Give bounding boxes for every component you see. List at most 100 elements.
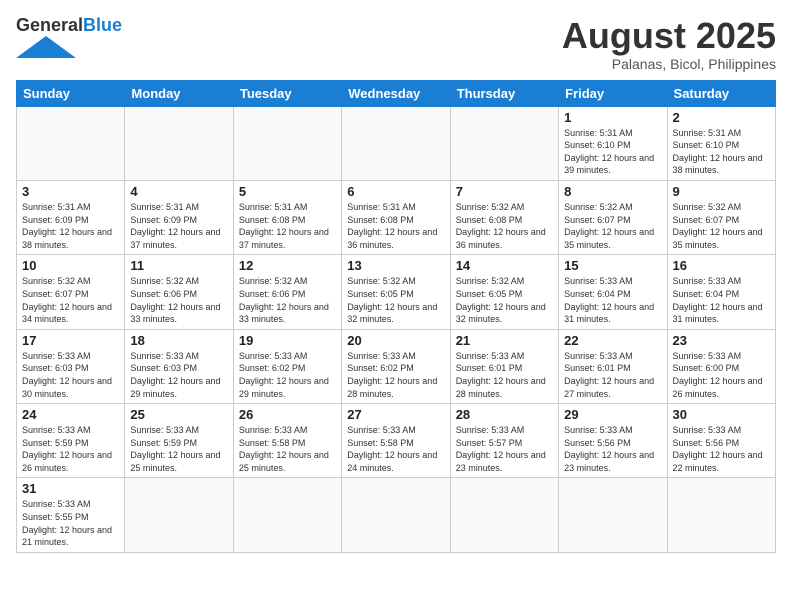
day-info: Sunrise: 5:33 AM Sunset: 6:03 PM Dayligh… bbox=[22, 350, 119, 400]
day-info: Sunrise: 5:32 AM Sunset: 6:07 PM Dayligh… bbox=[22, 275, 119, 325]
day-number: 23 bbox=[673, 333, 770, 348]
calendar-cell: 1 Sunrise: 5:31 AM Sunset: 6:10 PM Daylig… bbox=[559, 106, 667, 180]
day-info: Sunrise: 5:32 AM Sunset: 6:06 PM Dayligh… bbox=[130, 275, 227, 325]
day-info: Sunrise: 5:32 AM Sunset: 6:05 PM Dayligh… bbox=[347, 275, 444, 325]
day-number: 25 bbox=[130, 407, 227, 422]
day-info: Sunrise: 5:33 AM Sunset: 6:01 PM Dayligh… bbox=[456, 350, 553, 400]
day-number: 20 bbox=[347, 333, 444, 348]
day-number: 27 bbox=[347, 407, 444, 422]
calendar-cell: 22Sunrise: 5:33 AM Sunset: 6:01 PM Dayli… bbox=[559, 329, 667, 403]
calendar-cell bbox=[450, 106, 558, 180]
day-number: 18 bbox=[130, 333, 227, 348]
day-info: Sunrise: 5:31 AM Sunset: 6:08 PM Dayligh… bbox=[347, 201, 444, 251]
logo-icon bbox=[16, 36, 76, 58]
day-info: Sunrise: 5:33 AM Sunset: 6:04 PM Dayligh… bbox=[673, 275, 770, 325]
calendar-cell bbox=[450, 478, 558, 552]
weekday-row: SundayMondayTuesdayWednesdayThursdayFrid… bbox=[17, 80, 776, 106]
weekday-header-thursday: Thursday bbox=[450, 80, 558, 106]
weekday-header-friday: Friday bbox=[559, 80, 667, 106]
day-info: Sunrise: 5:33 AM Sunset: 5:57 PM Dayligh… bbox=[456, 424, 553, 474]
day-info: Sunrise: 5:31 AM Sunset: 6:09 PM Dayligh… bbox=[22, 201, 119, 251]
calendar-week-row: 24 Sunrise: 5:33 AM Sunset: 5:59 PM Dayli… bbox=[17, 404, 776, 478]
calendar-cell: 30Sunrise: 5:33 AM Sunset: 5:56 PM Dayli… bbox=[667, 404, 775, 478]
day-number: 7 bbox=[456, 184, 553, 199]
calendar-table: SundayMondayTuesdayWednesdayThursdayFrid… bbox=[16, 80, 776, 553]
day-number: 11 bbox=[130, 258, 227, 273]
day-info: Sunrise: 5:32 AM Sunset: 6:06 PM Dayligh… bbox=[239, 275, 336, 325]
day-info: Sunrise: 5:31 AM Sunset: 6:08 PM Dayligh… bbox=[239, 201, 336, 251]
day-number: 9 bbox=[673, 184, 770, 199]
calendar-cell: 26Sunrise: 5:33 AM Sunset: 5:58 PM Dayli… bbox=[233, 404, 341, 478]
calendar-cell: 18 Sunrise: 5:33 AM Sunset: 6:03 PM Dayli… bbox=[125, 329, 233, 403]
day-number: 15 bbox=[564, 258, 661, 273]
day-number: 21 bbox=[456, 333, 553, 348]
day-number: 6 bbox=[347, 184, 444, 199]
day-info: Sunrise: 5:31 AM Sunset: 6:09 PM Dayligh… bbox=[130, 201, 227, 251]
header: GeneralBlue August 2025 Palanas, Bicol, … bbox=[16, 16, 776, 72]
calendar-subtitle: Palanas, Bicol, Philippines bbox=[562, 56, 776, 72]
logo-text: GeneralBlue bbox=[16, 16, 122, 36]
day-number: 19 bbox=[239, 333, 336, 348]
page: GeneralBlue August 2025 Palanas, Bicol, … bbox=[0, 0, 792, 612]
weekday-header-sunday: Sunday bbox=[17, 80, 125, 106]
calendar-cell: 13Sunrise: 5:32 AM Sunset: 6:05 PM Dayli… bbox=[342, 255, 450, 329]
day-number: 5 bbox=[239, 184, 336, 199]
day-info: Sunrise: 5:31 AM Sunset: 6:10 PM Dayligh… bbox=[564, 127, 661, 177]
calendar-cell: 23Sunrise: 5:33 AM Sunset: 6:00 PM Dayli… bbox=[667, 329, 775, 403]
logo-blue: Blue bbox=[83, 15, 122, 35]
calendar-cell bbox=[559, 478, 667, 552]
calendar-cell: 20 Sunrise: 5:33 AM Sunset: 6:02 PM Dayli… bbox=[342, 329, 450, 403]
calendar-cell: 19 Sunrise: 5:33 AM Sunset: 6:02 PM Dayli… bbox=[233, 329, 341, 403]
calendar-cell bbox=[125, 478, 233, 552]
calendar-week-row: 10 Sunrise: 5:32 AM Sunset: 6:07 PM Dayli… bbox=[17, 255, 776, 329]
day-info: Sunrise: 5:33 AM Sunset: 6:04 PM Dayligh… bbox=[564, 275, 661, 325]
day-info: Sunrise: 5:33 AM Sunset: 6:02 PM Dayligh… bbox=[347, 350, 444, 400]
calendar-cell: 3 Sunrise: 5:31 AM Sunset: 6:09 PM Daylig… bbox=[17, 180, 125, 254]
calendar-cell bbox=[342, 478, 450, 552]
day-number: 14 bbox=[456, 258, 553, 273]
day-info: Sunrise: 5:33 AM Sunset: 5:56 PM Dayligh… bbox=[673, 424, 770, 474]
calendar-cell: 14 Sunrise: 5:32 AM Sunset: 6:05 PM Dayli… bbox=[450, 255, 558, 329]
calendar-cell bbox=[17, 106, 125, 180]
calendar-title: August 2025 bbox=[562, 16, 776, 56]
calendar-cell: 24 Sunrise: 5:33 AM Sunset: 5:59 PM Dayli… bbox=[17, 404, 125, 478]
calendar-cell: 25Sunrise: 5:33 AM Sunset: 5:59 PM Dayli… bbox=[125, 404, 233, 478]
calendar-cell: 2 Sunrise: 5:31 AM Sunset: 6:10 PM Daylig… bbox=[667, 106, 775, 180]
day-number: 16 bbox=[673, 258, 770, 273]
calendar-cell: 10 Sunrise: 5:32 AM Sunset: 6:07 PM Dayli… bbox=[17, 255, 125, 329]
weekday-header-tuesday: Tuesday bbox=[233, 80, 341, 106]
day-info: Sunrise: 5:33 AM Sunset: 6:02 PM Dayligh… bbox=[239, 350, 336, 400]
day-number: 1 bbox=[564, 110, 661, 125]
weekday-header-monday: Monday bbox=[125, 80, 233, 106]
day-number: 2 bbox=[673, 110, 770, 125]
day-info: Sunrise: 5:32 AM Sunset: 6:05 PM Dayligh… bbox=[456, 275, 553, 325]
calendar-cell: 11 Sunrise: 5:32 AM Sunset: 6:06 PM Dayli… bbox=[125, 255, 233, 329]
day-number: 22 bbox=[564, 333, 661, 348]
weekday-header-saturday: Saturday bbox=[667, 80, 775, 106]
title-block: August 2025 Palanas, Bicol, Philippines bbox=[562, 16, 776, 72]
day-info: Sunrise: 5:33 AM Sunset: 5:55 PM Dayligh… bbox=[22, 498, 119, 548]
day-number: 17 bbox=[22, 333, 119, 348]
day-info: Sunrise: 5:33 AM Sunset: 5:59 PM Dayligh… bbox=[22, 424, 119, 474]
day-number: 31 bbox=[22, 481, 119, 496]
day-number: 10 bbox=[22, 258, 119, 273]
day-number: 4 bbox=[130, 184, 227, 199]
calendar-week-row: 17 Sunrise: 5:33 AM Sunset: 6:03 PM Dayli… bbox=[17, 329, 776, 403]
weekday-header-wednesday: Wednesday bbox=[342, 80, 450, 106]
calendar-week-row: 31 Sunrise: 5:33 AM Sunset: 5:55 PM Dayli… bbox=[17, 478, 776, 552]
day-number: 8 bbox=[564, 184, 661, 199]
calendar-cell: 27Sunrise: 5:33 AM Sunset: 5:58 PM Dayli… bbox=[342, 404, 450, 478]
calendar-cell: 8 Sunrise: 5:32 AM Sunset: 6:07 PM Daylig… bbox=[559, 180, 667, 254]
day-number: 3 bbox=[22, 184, 119, 199]
calendar-cell: 29Sunrise: 5:33 AM Sunset: 5:56 PM Dayli… bbox=[559, 404, 667, 478]
day-info: Sunrise: 5:32 AM Sunset: 6:07 PM Dayligh… bbox=[564, 201, 661, 251]
calendar-body: 1 Sunrise: 5:31 AM Sunset: 6:10 PM Daylig… bbox=[17, 106, 776, 552]
day-info: Sunrise: 5:33 AM Sunset: 5:58 PM Dayligh… bbox=[239, 424, 336, 474]
calendar-cell: 21 Sunrise: 5:33 AM Sunset: 6:01 PM Dayli… bbox=[450, 329, 558, 403]
calendar-week-row: 1 Sunrise: 5:31 AM Sunset: 6:10 PM Daylig… bbox=[17, 106, 776, 180]
day-number: 28 bbox=[456, 407, 553, 422]
calendar-cell: 5 Sunrise: 5:31 AM Sunset: 6:08 PM Daylig… bbox=[233, 180, 341, 254]
day-info: Sunrise: 5:33 AM Sunset: 6:03 PM Dayligh… bbox=[130, 350, 227, 400]
day-info: Sunrise: 5:31 AM Sunset: 6:10 PM Dayligh… bbox=[673, 127, 770, 177]
day-number: 24 bbox=[22, 407, 119, 422]
